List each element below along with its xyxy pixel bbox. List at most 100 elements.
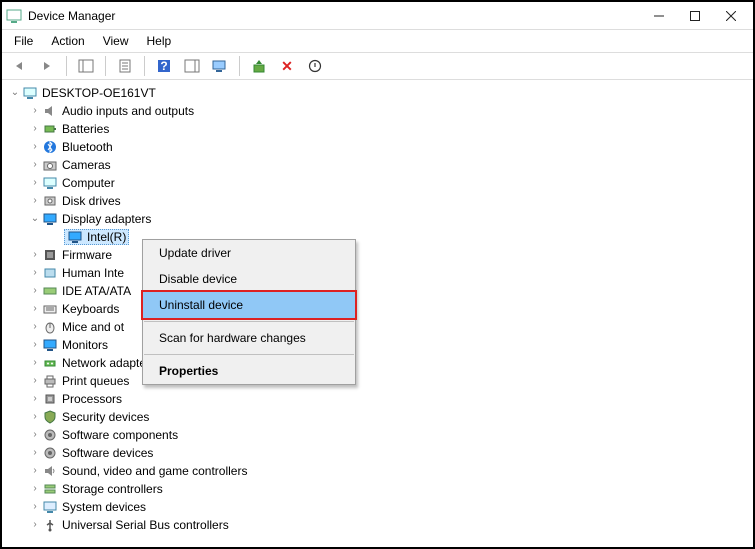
menu-help[interactable]: Help <box>139 32 180 50</box>
minimize-button[interactable] <box>641 4 677 28</box>
context-menu: Update driver Disable device Uninstall d… <box>142 239 356 385</box>
tree-category-label: IDE ATA/ATA <box>62 282 131 300</box>
scan-hardware-button[interactable] <box>209 55 231 77</box>
chevron-right-icon[interactable]: › <box>28 426 42 444</box>
context-uninstall-device[interactable]: Uninstall device <box>141 290 357 320</box>
tree-category[interactable]: › Computer <box>6 174 753 192</box>
back-button[interactable] <box>8 55 30 77</box>
tree-category[interactable]: ›Cameras <box>6 156 753 174</box>
chevron-right-icon[interactable]: › <box>28 444 42 462</box>
category-icon <box>42 499 58 515</box>
tree-category[interactable]: ⌄ Display adapters <box>6 210 753 228</box>
chevron-right-icon[interactable]: › <box>28 498 42 516</box>
tree-category[interactable]: › System devices <box>6 498 753 516</box>
menu-action[interactable]: Action <box>43 32 92 50</box>
tree-category[interactable]: ›Monitors <box>6 336 753 354</box>
chevron-down-icon[interactable]: ⌄ <box>28 210 42 228</box>
tree-category-label: Bluetooth <box>62 138 113 156</box>
context-scan-hardware[interactable]: Scan for hardware changes <box>143 325 355 351</box>
maximize-button[interactable] <box>677 4 713 28</box>
context-properties[interactable]: Properties <box>143 358 355 384</box>
tree-category[interactable]: › Firmware <box>6 246 753 264</box>
chevron-right-icon[interactable]: › <box>28 120 42 138</box>
tree-category[interactable]: › IDE ATA/ATA <box>6 282 753 300</box>
update-driver-button[interactable] <box>248 55 270 77</box>
svg-text:?: ? <box>160 59 167 73</box>
chevron-right-icon[interactable]: › <box>28 192 42 210</box>
chevron-right-icon[interactable]: › <box>28 282 42 300</box>
tree-category[interactable]: ›Security devices <box>6 408 753 426</box>
chevron-right-icon[interactable]: › <box>28 354 42 372</box>
tree-category[interactable]: › Software components <box>6 426 753 444</box>
chevron-right-icon[interactable]: › <box>28 300 42 318</box>
tree-category[interactable]: › Batteries <box>6 120 753 138</box>
chevron-right-icon[interactable]: › <box>28 372 42 390</box>
show-hide-pane-button[interactable] <box>75 55 97 77</box>
tree-category[interactable]: ›Mice and ot <box>6 318 753 336</box>
tree-device-label: Intel(R) <box>87 228 126 246</box>
category-icon <box>42 409 58 425</box>
tree-category-label: Display adapters <box>62 210 151 228</box>
help-button[interactable]: ? <box>153 55 175 77</box>
toolbar-separator <box>144 56 145 76</box>
tree-category[interactable]: › Software devices <box>6 444 753 462</box>
category-icon <box>42 427 58 443</box>
tree-category[interactable]: ›Universal Serial Bus controllers <box>6 516 753 534</box>
tree-category[interactable]: ›Network adapters <box>6 354 753 372</box>
tree-category[interactable]: ›Processors <box>6 390 753 408</box>
context-disable-device[interactable]: Disable device <box>143 266 355 292</box>
properties-button[interactable] <box>114 55 136 77</box>
action-pane-button[interactable] <box>181 55 203 77</box>
tree-category[interactable]: › Disk drives <box>6 192 753 210</box>
chevron-right-icon[interactable]: › <box>28 336 42 354</box>
menu-view[interactable]: View <box>95 32 137 50</box>
tree-category[interactable]: › Storage controllers <box>6 480 753 498</box>
tree-category-label: Disk drives <box>62 192 121 210</box>
tree-category[interactable]: ›Audio inputs and outputs <box>6 102 753 120</box>
tree-category-label: Print queues <box>62 372 129 390</box>
display-adapter-icon <box>67 229 83 245</box>
chevron-down-icon[interactable]: ⌄ <box>8 84 22 102</box>
uninstall-button[interactable]: ✕ <box>276 55 298 77</box>
tree-device[interactable]: Intel(R) <box>6 228 753 246</box>
tree-category-label: Firmware <box>62 246 112 264</box>
chevron-right-icon[interactable]: › <box>28 138 42 156</box>
disable-button[interactable] <box>304 55 326 77</box>
toolbar-separator <box>66 56 67 76</box>
chevron-right-icon[interactable]: › <box>28 156 42 174</box>
close-button[interactable] <box>713 4 749 28</box>
device-tree[interactable]: ⌄DESKTOP-OE161VT›Audio inputs and output… <box>2 80 753 545</box>
tree-category-label: Human Inte <box>62 264 124 282</box>
tree-category-label: Software devices <box>62 444 153 462</box>
chevron-right-icon[interactable]: › <box>28 408 42 426</box>
chevron-right-icon[interactable]: › <box>28 318 42 336</box>
tree-root-node[interactable]: ⌄DESKTOP-OE161VT <box>6 84 753 102</box>
tree-category-label: System devices <box>62 498 146 516</box>
tree-category-label: Storage controllers <box>62 480 163 498</box>
category-icon <box>42 301 58 317</box>
tree-category-label: Software components <box>62 426 178 444</box>
context-update-driver[interactable]: Update driver <box>143 240 355 266</box>
chevron-right-icon[interactable]: › <box>28 390 42 408</box>
chevron-right-icon[interactable]: › <box>28 174 42 192</box>
category-icon <box>42 157 58 173</box>
tree-category-label: Batteries <box>62 120 109 138</box>
chevron-right-icon[interactable]: › <box>28 246 42 264</box>
tree-category[interactable]: › Sound, video and game controllers <box>6 462 753 480</box>
device-manager-icon <box>6 8 22 24</box>
category-icon <box>42 121 58 137</box>
tree-category[interactable]: › Bluetooth <box>6 138 753 156</box>
chevron-right-icon[interactable]: › <box>28 480 42 498</box>
menu-file[interactable]: File <box>6 32 41 50</box>
tree-category[interactable]: › Human Inte <box>6 264 753 282</box>
chevron-right-icon[interactable]: › <box>28 264 42 282</box>
tree-category[interactable]: ›Keyboards <box>6 300 753 318</box>
chevron-right-icon[interactable]: › <box>28 462 42 480</box>
category-icon <box>42 319 58 335</box>
forward-button[interactable] <box>36 55 58 77</box>
chevron-right-icon[interactable]: › <box>28 516 42 534</box>
chevron-right-icon[interactable]: › <box>28 102 42 120</box>
tree-category-label: Sound, video and game controllers <box>62 462 247 480</box>
tree-category-label: Computer <box>62 174 115 192</box>
tree-category[interactable]: › Print queues <box>6 372 753 390</box>
